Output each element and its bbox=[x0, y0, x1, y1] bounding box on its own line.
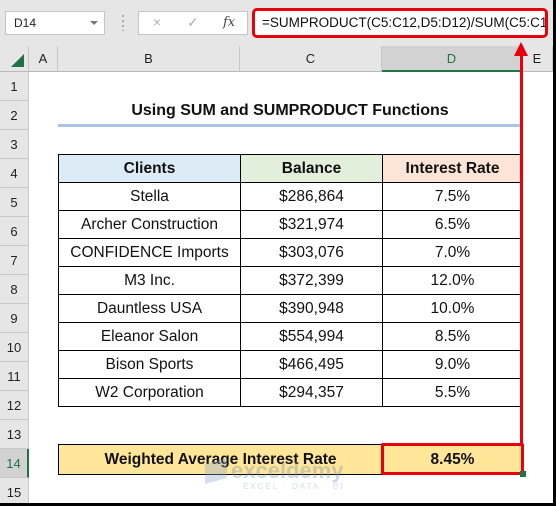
fill-handle[interactable] bbox=[520, 471, 526, 477]
row-header-11[interactable]: 11 bbox=[0, 362, 29, 391]
rate-cell[interactable]: 7.0% bbox=[382, 238, 523, 267]
enter-icon[interactable]: ✓ bbox=[187, 14, 199, 31]
sheet-title: Using SUM and SUMPRODUCT Functions bbox=[131, 102, 449, 119]
table-row: M3 Inc. $372,399 12.0% bbox=[58, 266, 523, 295]
table-header-row: Clients Balance Interest Rate bbox=[58, 154, 523, 183]
table-row: Bison Sports $466,495 9.0% bbox=[58, 350, 523, 379]
insert-function-icon[interactable]: fx bbox=[223, 15, 235, 30]
arrow-up-icon bbox=[514, 42, 528, 56]
table-row: W2 Corporation $294,357 5.5% bbox=[58, 378, 523, 407]
client-cell[interactable]: Dauntless USA bbox=[58, 294, 241, 323]
rate-cell[interactable]: 9.0% bbox=[382, 350, 523, 379]
balance-cell[interactable]: $294,357 bbox=[240, 378, 383, 407]
annotation-arrow-line bbox=[520, 52, 523, 446]
cancel-icon[interactable]: × bbox=[153, 14, 161, 30]
row-header-5[interactable]: 5 bbox=[0, 188, 29, 217]
header-interest-rate[interactable]: Interest Rate bbox=[382, 154, 523, 183]
row-header-4[interactable]: 4 bbox=[0, 159, 29, 188]
header-balance[interactable]: Balance bbox=[240, 154, 383, 183]
watermark: exceldemy EXCEL · DATA · BI bbox=[205, 458, 344, 491]
rate-cell[interactable]: 7.5% bbox=[382, 182, 523, 211]
row-header-1[interactable]: 1 bbox=[0, 72, 29, 101]
row-header-6[interactable]: 6 bbox=[0, 217, 29, 246]
rate-cell[interactable]: 5.5% bbox=[382, 378, 523, 407]
exceldemy-logo-icon bbox=[205, 458, 227, 484]
formula-bar-area: D14 × ✓ fx =SUMPRODUCT(C5:C12,D5:D12)/SU… bbox=[0, 0, 553, 46]
rate-cell[interactable]: 10.0% bbox=[382, 294, 523, 323]
select-all-button[interactable] bbox=[0, 46, 29, 72]
table-row: Dauntless USA $390,948 10.0% bbox=[58, 294, 523, 323]
client-cell[interactable]: Stella bbox=[58, 182, 241, 211]
client-cell[interactable]: Archer Construction bbox=[58, 210, 241, 239]
column-header-a[interactable]: A bbox=[29, 46, 58, 72]
select-all-triangle-icon bbox=[11, 54, 24, 67]
row-header-7[interactable]: 7 bbox=[0, 246, 29, 275]
row-header-3[interactable]: 3 bbox=[0, 130, 29, 159]
table-row: CONFIDENCE Imports $303,076 7.0% bbox=[58, 238, 523, 267]
table-row: Eleanor Salon $554,994 8.5% bbox=[58, 322, 523, 351]
row-header-9[interactable]: 9 bbox=[0, 304, 29, 333]
clients-table: Clients Balance Interest Rate Stella $28… bbox=[58, 154, 523, 407]
row-header-14[interactable]: 14 bbox=[0, 449, 29, 478]
chevron-down-icon[interactable] bbox=[90, 21, 98, 25]
balance-cell[interactable]: $466,495 bbox=[240, 350, 383, 379]
table-row: Stella $286,864 7.5% bbox=[58, 182, 523, 211]
balance-cell[interactable]: $303,076 bbox=[240, 238, 383, 267]
column-header-d[interactable]: D bbox=[382, 46, 522, 72]
client-cell[interactable]: Bison Sports bbox=[58, 350, 241, 379]
balance-cell[interactable]: $390,948 bbox=[240, 294, 383, 323]
formula-buttons: × ✓ fx bbox=[138, 11, 248, 35]
watermark-tagline: EXCEL · DATA · BI bbox=[243, 482, 345, 491]
rate-cell[interactable]: 8.5% bbox=[382, 322, 523, 351]
column-header-c[interactable]: C bbox=[240, 46, 382, 72]
client-cell[interactable]: Eleanor Salon bbox=[58, 322, 241, 351]
excel-window: D14 × ✓ fx =SUMPRODUCT(C5:C12,D5:D12)/SU… bbox=[0, 0, 553, 503]
name-box[interactable]: D14 bbox=[5, 11, 105, 35]
row-header-10[interactable]: 10 bbox=[0, 333, 29, 362]
rate-cell[interactable]: 12.0% bbox=[382, 266, 523, 295]
balance-cell[interactable]: $372,399 bbox=[240, 266, 383, 295]
formula-input[interactable]: =SUMPRODUCT(C5:C12,D5:D12)/SUM(C5:C12) bbox=[252, 8, 548, 38]
column-header-b[interactable]: B bbox=[58, 46, 240, 72]
header-clients[interactable]: Clients bbox=[58, 154, 241, 183]
row-header-13[interactable]: 13 bbox=[0, 420, 29, 449]
rate-cell[interactable]: 6.5% bbox=[382, 210, 523, 239]
table-row: Archer Construction $321,974 6.5% bbox=[58, 210, 523, 239]
row-header-8[interactable]: 8 bbox=[0, 275, 29, 304]
name-box-value: D14 bbox=[14, 16, 37, 30]
watermark-brand: exceldemy bbox=[231, 458, 344, 483]
row-header-15[interactable]: 15 bbox=[0, 478, 29, 503]
client-cell[interactable]: W2 Corporation bbox=[58, 378, 241, 407]
selected-cell-highlight bbox=[381, 443, 524, 475]
balance-cell[interactable]: $554,994 bbox=[240, 322, 383, 351]
title-underline bbox=[58, 124, 522, 127]
balance-cell[interactable]: $286,864 bbox=[240, 182, 383, 211]
row-header-12[interactable]: 12 bbox=[0, 391, 29, 420]
client-cell[interactable]: M3 Inc. bbox=[58, 266, 241, 295]
balance-cell[interactable]: $321,974 bbox=[240, 210, 383, 239]
formula-bar-grip[interactable] bbox=[122, 15, 124, 31]
row-header-2[interactable]: 2 bbox=[0, 101, 29, 130]
client-cell[interactable]: CONFIDENCE Imports bbox=[58, 238, 241, 267]
